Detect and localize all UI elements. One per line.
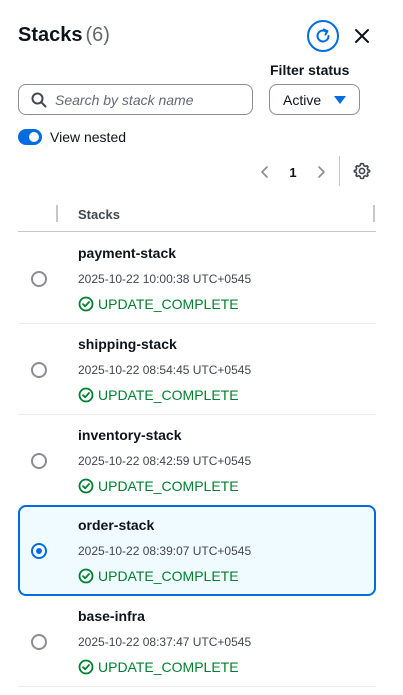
panel-title-text: Stacks — [18, 24, 83, 46]
stack-timestamp: 2025-10-22 08:39:07 UTC+0545 — [78, 544, 252, 558]
stack-list: payment-stack 2025-10-22 10:00:38 UTC+05… — [18, 233, 376, 687]
stack-name[interactable]: payment-stack — [78, 245, 176, 261]
current-page-number[interactable]: 1 — [274, 165, 312, 180]
column-divider — [56, 205, 58, 222]
preferences-button[interactable] — [352, 161, 372, 181]
search-icon — [31, 92, 47, 107]
check-circle-icon — [78, 387, 94, 403]
column-resize-handle[interactable] — [373, 205, 375, 222]
stack-count: (6) — [85, 24, 110, 46]
view-nested-toggle[interactable] — [18, 129, 42, 145]
panel-title: Stacks (6) — [18, 24, 110, 47]
column-header-stacks[interactable]: Stacks — [78, 207, 120, 222]
view-nested-toggle-row: View nested — [18, 129, 126, 145]
stack-name[interactable]: base-infra — [78, 608, 145, 624]
stack-timestamp: 2025-10-22 08:54:45 UTC+0545 — [78, 363, 252, 377]
stack-row[interactable]: inventory-stack 2025-10-22 08:42:59 UTC+… — [18, 415, 376, 506]
filter-status-value: Active — [283, 91, 322, 108]
row-radio[interactable] — [31, 271, 47, 287]
filter-status-label: Filter status — [270, 62, 350, 78]
close-icon — [355, 29, 369, 43]
previous-page-button[interactable] — [256, 158, 274, 186]
stack-status-text: UPDATE_COMPLETE — [98, 568, 239, 584]
stack-status: UPDATE_COMPLETE — [78, 478, 239, 494]
row-radio[interactable] — [31, 453, 47, 469]
stack-status: UPDATE_COMPLETE — [78, 296, 239, 312]
next-page-button[interactable] — [312, 158, 330, 186]
stack-status-text: UPDATE_COMPLETE — [98, 387, 239, 403]
search-input[interactable] — [55, 91, 235, 108]
check-circle-icon — [78, 478, 94, 494]
stack-row[interactable]: base-infra 2025-10-22 08:37:47 UTC+0545 … — [18, 596, 376, 687]
stack-name[interactable]: order-stack — [78, 517, 154, 533]
table-header: Stacks — [18, 198, 376, 232]
row-radio-checked[interactable] — [31, 543, 47, 559]
stack-timestamp: 2025-10-22 08:42:59 UTC+0545 — [78, 454, 252, 468]
stack-status: UPDATE_COMPLETE — [78, 659, 239, 675]
chevron-right-icon — [318, 166, 325, 178]
toggle-knob — [29, 132, 39, 142]
gear-icon — [353, 162, 371, 180]
stack-status-text: UPDATE_COMPLETE — [98, 659, 239, 675]
check-circle-icon — [78, 296, 94, 312]
close-button[interactable] — [350, 24, 374, 48]
refresh-icon — [316, 28, 330, 43]
check-circle-icon — [78, 659, 94, 675]
pager-divider — [339, 156, 340, 186]
search-field[interactable] — [18, 84, 253, 115]
stack-status-text: UPDATE_COMPLETE — [98, 478, 239, 494]
check-circle-icon — [78, 568, 94, 584]
stack-timestamp: 2025-10-22 08:37:47 UTC+0545 — [78, 635, 252, 649]
stack-row[interactable]: shipping-stack 2025-10-22 08:54:45 UTC+0… — [18, 324, 376, 415]
view-nested-label: View nested — [50, 129, 127, 145]
stack-status: UPDATE_COMPLETE — [78, 387, 239, 403]
refresh-button[interactable] — [307, 20, 339, 52]
row-radio[interactable] — [31, 362, 47, 378]
filter-status-select[interactable]: Active — [269, 84, 360, 115]
pagination: 1 — [256, 158, 330, 186]
caret-down-icon — [334, 96, 346, 104]
stack-row[interactable]: payment-stack 2025-10-22 10:00:38 UTC+05… — [18, 233, 376, 324]
stack-name[interactable]: shipping-stack — [78, 336, 177, 352]
stack-status-text: UPDATE_COMPLETE — [98, 296, 239, 312]
row-radio[interactable] — [31, 634, 47, 650]
stack-row-selected[interactable]: order-stack 2025-10-22 08:39:07 UTC+0545… — [18, 505, 376, 596]
stack-timestamp: 2025-10-22 10:00:38 UTC+0545 — [78, 272, 252, 286]
stack-name[interactable]: inventory-stack — [78, 427, 181, 443]
chevron-left-icon — [261, 166, 268, 178]
stack-status: UPDATE_COMPLETE — [78, 568, 239, 584]
